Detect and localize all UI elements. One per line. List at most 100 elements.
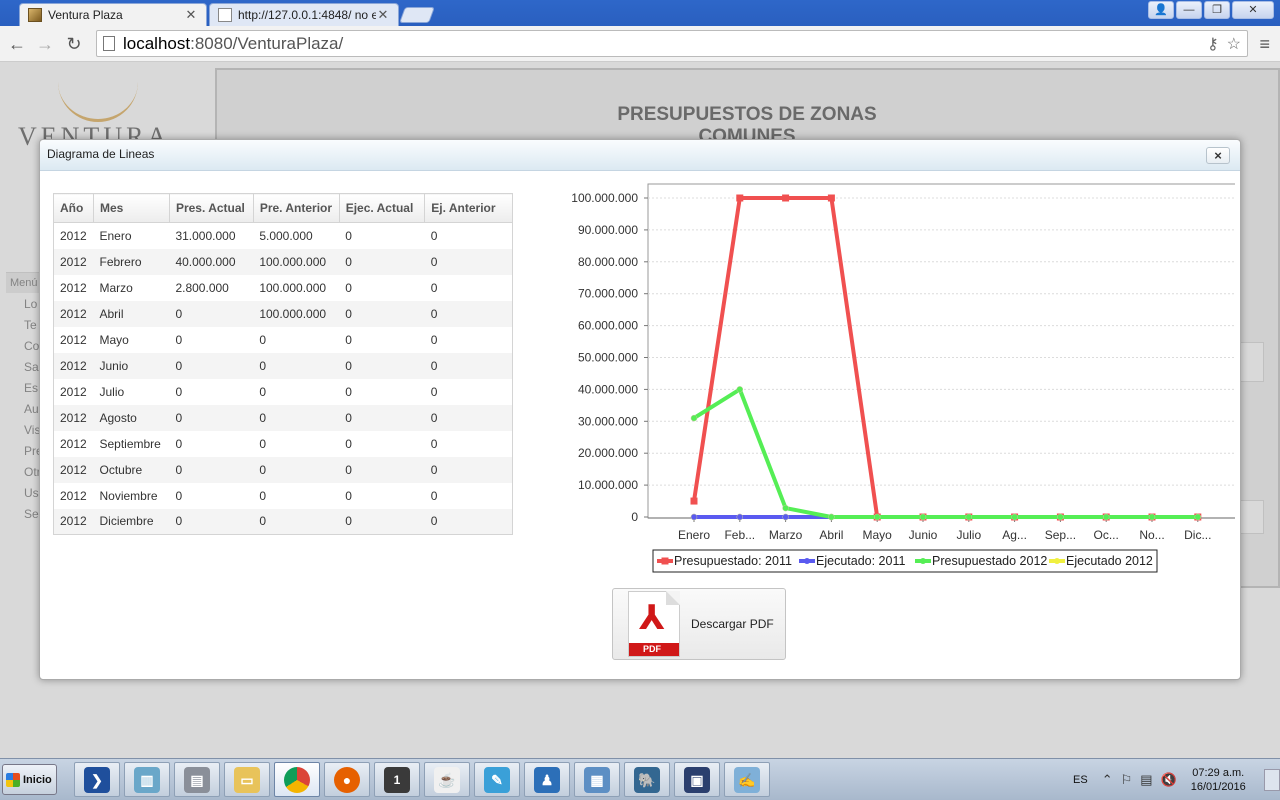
buildings-app-icon[interactable]: ▥ (124, 762, 170, 797)
data-point (690, 497, 698, 505)
tab-glassfish[interactable]: http://127.0.0.1:4848/ no es ✕ (209, 3, 399, 26)
legend-label: Ejecutado 2012 (1066, 554, 1153, 568)
tab-ventura-plaza[interactable]: Ventura Plaza ✕ (19, 3, 207, 26)
table-cell: 0 (339, 300, 425, 327)
table-row[interactable]: 2012 Noviembre 0 0 0 0 (54, 483, 513, 509)
network-icon[interactable]: ▤ (1140, 772, 1152, 788)
restore-icon[interactable]: ❐ (1204, 1, 1230, 19)
table-cell: Agosto (93, 404, 170, 431)
download-pdf-button[interactable]: ⅄ PDF Descargar PDF (612, 588, 786, 660)
postgresql-icon[interactable]: 🐘 (624, 762, 670, 797)
data-point (782, 504, 789, 512)
table-cell: 0 (169, 456, 254, 483)
column-header[interactable]: Pres. Actual (169, 193, 254, 223)
data-point (828, 513, 835, 521)
bookmark-star-icon[interactable]: ☆ (1227, 34, 1241, 54)
volume-muted-icon[interactable]: 🔇 (1161, 772, 1177, 788)
window-close-icon[interactable]: ✕ (1232, 1, 1274, 19)
new-tab-button[interactable] (399, 7, 435, 23)
table-cell: 0 (259, 332, 266, 347)
table-cell: 2.800.000 (175, 280, 229, 295)
clock[interactable]: 07:29 a.m. 16/01/2016 (1191, 766, 1246, 794)
show-desktop-button[interactable] (1264, 769, 1280, 791)
table-row[interactable]: 2012 Febrero 40.000.000 100.000.000 0 0 (53, 248, 513, 275)
close-icon[interactable]: × (1206, 147, 1230, 164)
forward-arrow-icon[interactable]: → (34, 33, 56, 55)
data-point (965, 513, 973, 521)
x-tick-label: Junio (909, 528, 938, 542)
table-row[interactable]: 2012 Septiembre 0 0 0 0 (54, 431, 513, 457)
key-icon[interactable]: ⚷ (1207, 34, 1219, 54)
powershell-icon[interactable]: ❯ (74, 762, 120, 797)
legend-label: Presupuestado 2012 (932, 554, 1047, 568)
y-tick-label: 20.000.000 (578, 446, 638, 460)
java-icon[interactable]: ☕ (424, 762, 470, 797)
action-center-flag-icon[interactable]: ⚐ (1121, 772, 1133, 788)
table-row[interactable]: 2012 Abril 0 100.000.000 0 0 (53, 300, 513, 327)
language-indicator[interactable]: ES (1073, 774, 1088, 786)
users-app-icon[interactable]: ♟ (524, 762, 570, 797)
minimize-icon[interactable]: — (1176, 1, 1202, 19)
table-cell: 31.000.000 (175, 228, 236, 243)
chrome-icon[interactable] (274, 762, 320, 797)
table-cell: 0 (339, 352, 425, 379)
table-cell: 100.000.000 (253, 248, 340, 275)
browser-titlebar: Ventura Plaza ✕ http://127.0.0.1:4848/ n… (0, 0, 1280, 26)
user-profile-icon[interactable]: 👤 (1148, 1, 1174, 19)
firefox-icon[interactable]: ● (324, 762, 370, 797)
column-header[interactable]: Mes (93, 193, 170, 223)
reload-icon[interactable]: ↻ (63, 33, 85, 55)
column-header[interactable]: Ej. Anterior (424, 193, 513, 223)
table-cell: 0 (345, 228, 352, 243)
table-cell: 100.000.000 (253, 300, 340, 327)
table-cell: 2012 (60, 488, 87, 503)
page-favicon-icon (218, 8, 232, 22)
window-group-icon[interactable]: 1 (374, 762, 420, 797)
table-cell: 0 (339, 508, 425, 535)
download-pdf-label: Descargar PDF (691, 617, 774, 631)
column-header[interactable]: Año (53, 193, 94, 223)
table-row[interactable]: 2012 Julio 0 0 0 0 (54, 379, 513, 405)
table-cell: 2012 (53, 248, 94, 275)
table-row[interactable]: 2012 Mayo 0 0 0 0 (54, 327, 513, 353)
table-row[interactable]: 2012 Junio 0 0 0 0 (53, 352, 513, 379)
tab-title: Ventura Plaza (48, 8, 123, 22)
show-hidden-icons-icon[interactable]: ⌃ (1102, 772, 1113, 788)
data-point (782, 513, 789, 521)
map-tool-icon[interactable]: ✎ (474, 762, 520, 797)
table-cell: 0 (345, 436, 352, 451)
table-row[interactable]: 2012 Agosto 0 0 0 0 (53, 404, 513, 431)
server-app-icon[interactable]: ▤ (174, 762, 220, 797)
x-tick-label: Julio (956, 528, 981, 542)
address-bar[interactable]: localhost:8080/VenturaPlaza/ ⚷ ☆ (96, 30, 1248, 57)
column-header[interactable]: Pre. Anterior (253, 193, 340, 223)
tab-close-icon[interactable]: ✕ (184, 7, 198, 23)
y-tick-label: 90.000.000 (578, 223, 638, 237)
data-point (736, 513, 744, 521)
table-row[interactable]: 2012 Octubre 0 0 0 0 (53, 456, 513, 483)
control-panel-icon[interactable]: ▦ (574, 762, 620, 797)
table-cell: 0 (424, 248, 513, 275)
column-header[interactable]: Ejec. Actual (339, 193, 426, 223)
tab-close-icon[interactable]: ✕ (376, 7, 390, 23)
window-controls: 👤 — ❐ ✕ (1148, 1, 1274, 19)
file-explorer-icon[interactable]: ▭ (224, 762, 270, 797)
notepad-icon[interactable]: ✍ (724, 762, 770, 797)
window-count-badge: 1 (384, 766, 410, 793)
table-cell: 0 (424, 352, 513, 379)
table-row[interactable]: 2012 Diciembre 0 0 0 0 (53, 508, 513, 535)
table-cell: 0 (175, 488, 183, 503)
taskbar: Inicio ❯ ▥ ▤ ▭ ● 1 ☕ ✎ ♟ ▦ 🐘 ▣ ✍ ES ⌃ ⚐ … (0, 758, 1280, 800)
remote-desktop-icon[interactable]: ▣ (674, 762, 720, 797)
back-arrow-icon[interactable]: ← (6, 33, 28, 55)
browser-toolbar: ← → ↻ localhost:8080/VenturaPlaza/ ⚷ ☆ ≡ (0, 26, 1280, 62)
table-row[interactable]: 2012 Marzo 2.800.000 100.000.000 0 0 (54, 275, 513, 301)
dialog-header: Diagrama de Lineas × (40, 140, 1240, 171)
table-cell: 2012 (53, 404, 94, 431)
line-chart-dialog: Diagrama de Lineas × Año Mes Pres. Actual P… (39, 139, 1241, 680)
table-cell: Diciembre (93, 508, 170, 535)
table-row[interactable]: 2012 Enero 31.000.000 5.000.000 0 0 (54, 223, 513, 249)
start-button[interactable]: Inicio (2, 764, 57, 795)
browser-menu-icon[interactable]: ≡ (1259, 34, 1270, 55)
table-cell: 0 (430, 384, 438, 399)
